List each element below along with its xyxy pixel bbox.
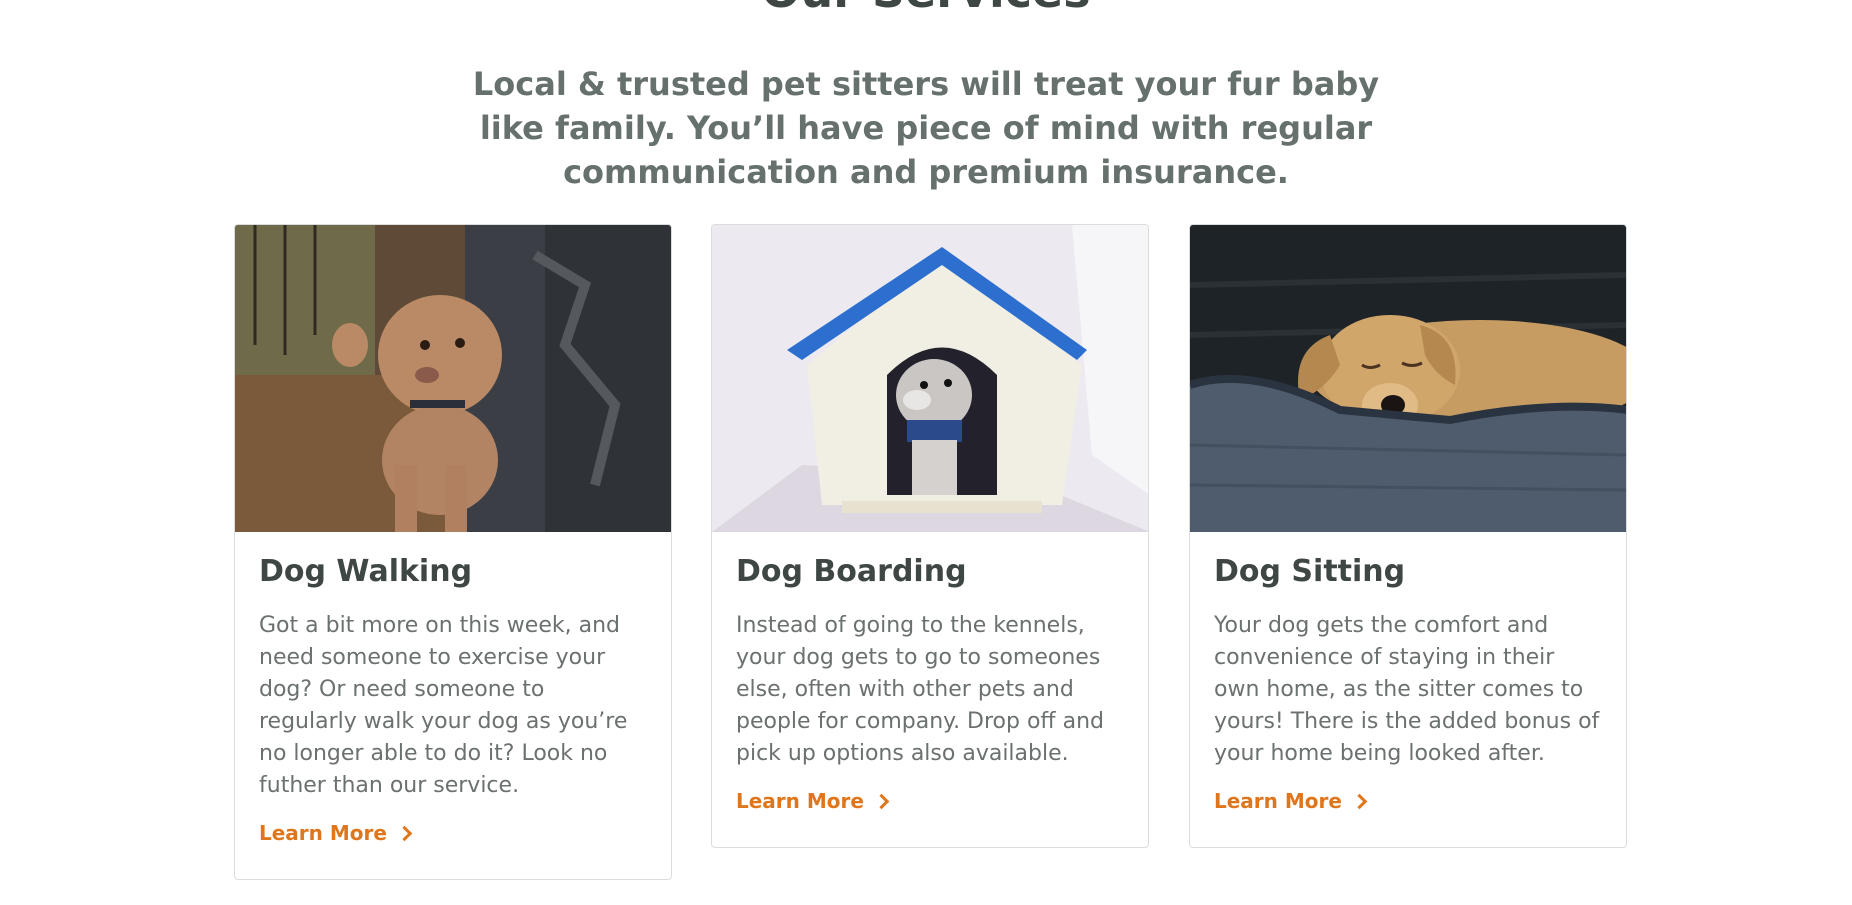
card-title: Dog Sitting [1214, 554, 1406, 589]
services-section: Our Services Local & trusted pet sitters… [0, 0, 1852, 905]
chevron-right-icon [1351, 793, 1368, 809]
learn-more-link[interactable]: Learn More [259, 820, 413, 846]
learn-more-link[interactable]: Learn More [1214, 788, 1368, 814]
card-title: Dog Boarding [736, 554, 967, 589]
service-card-dog-boarding: Dog Boarding Instead of going to the ken… [711, 224, 1149, 848]
sleeping-dog-photo [1190, 225, 1626, 532]
card-description: Got a bit more on this week, and need so… [259, 613, 628, 798]
card-title: Dog Walking [259, 554, 473, 589]
card-description: Instead of going to the kennels, your do… [736, 613, 1104, 766]
learn-more-link[interactable]: Learn More [736, 788, 890, 814]
card-description: Your dog gets the comfort and convenienc… [1214, 613, 1600, 766]
learn-more-label: Learn More [259, 821, 387, 845]
chevron-right-icon [873, 793, 890, 809]
learn-more-label: Learn More [1214, 789, 1342, 813]
service-card-dog-sitting: Dog Sitting Your dog gets the comfort an… [1189, 224, 1627, 848]
chevron-right-icon [396, 825, 413, 841]
poodle-photo [235, 225, 671, 532]
section-subtitle: Local & trusted pet sitters will treat y… [472, 65, 1380, 191]
section-title: Our Services [0, 0, 1852, 18]
service-card-dog-walking: Dog Walking Got a bit more on this week,… [234, 224, 672, 880]
learn-more-label: Learn More [736, 789, 864, 813]
doghouse-photo [712, 225, 1148, 532]
